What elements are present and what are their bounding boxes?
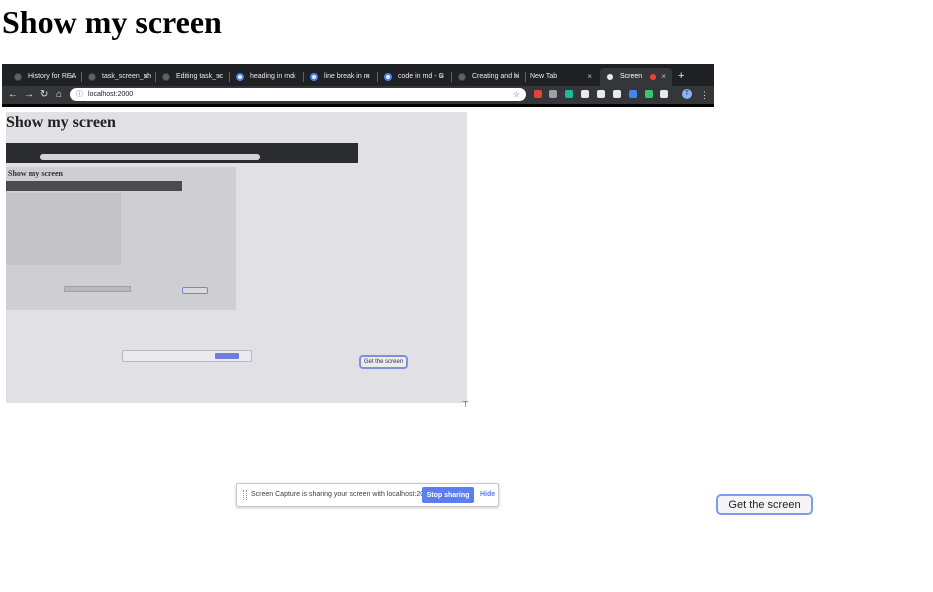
get-screen-button[interactable]: Get the screen — [716, 494, 813, 515]
recording-icon — [650, 74, 656, 80]
cursor-icon: ⊤ — [462, 400, 469, 409]
reload-icon[interactable]: ↻ — [40, 88, 48, 102]
chrome-icon — [310, 73, 318, 81]
nested-capture: Show my screen — [6, 167, 236, 310]
tab-screen[interactable]: Screen × — [600, 68, 672, 86]
stop-sharing-button[interactable]: Stop sharing — [422, 487, 474, 503]
extension-icon[interactable] — [629, 90, 637, 98]
info-icon: ⓘ — [76, 91, 83, 98]
tab-label: heading in md — [250, 73, 294, 80]
profile-avatar[interactable]: T — [682, 89, 692, 99]
github-icon — [14, 73, 22, 81]
tab-history[interactable]: History for REA × — [8, 68, 80, 86]
close-icon[interactable]: × — [513, 68, 518, 86]
close-icon[interactable]: × — [69, 68, 74, 86]
drag-handle-icon[interactable] — [243, 490, 247, 500]
close-icon[interactable]: × — [661, 68, 666, 86]
forward-icon[interactable]: → — [24, 88, 34, 102]
nested-get-screen-button: Get the screen — [359, 355, 408, 369]
captured-page-content: Show my screen Show my screen Get the sc… — [6, 112, 467, 403]
extension-icon[interactable] — [549, 90, 557, 98]
close-icon[interactable]: × — [291, 68, 296, 86]
home-icon[interactable]: ⌂ — [56, 88, 62, 102]
back-icon[interactable]: ← — [8, 88, 18, 102]
close-icon[interactable]: × — [439, 68, 444, 86]
tab-label: line break in m — [324, 73, 370, 80]
github-icon — [458, 73, 466, 81]
hide-link[interactable]: Hide — [480, 484, 495, 506]
close-icon[interactable]: × — [587, 68, 592, 86]
extension-icon[interactable] — [645, 90, 653, 98]
extension-icon[interactable] — [597, 90, 605, 98]
extension-icon[interactable] — [565, 90, 573, 98]
close-icon[interactable]: × — [143, 68, 148, 86]
extension-icon[interactable] — [581, 90, 589, 98]
chrome-icon — [236, 73, 244, 81]
captured-browser-window: History for REA × task_screen_sh × Editi… — [2, 64, 714, 107]
tab-strip: History for REA × task_screen_sh × Editi… — [2, 64, 714, 86]
browser-toolbar: ← → ↻ ⌂ ⓘ localhost:2000 ☆ T ⋮ — [2, 86, 714, 107]
nested-browser-bar — [6, 143, 358, 163]
bookmark-star-icon[interactable]: ☆ — [513, 88, 520, 101]
screen-share-notification: Screen Capture is sharing your screen wi… — [236, 483, 499, 507]
address-bar[interactable]: ⓘ localhost:2000 ☆ — [70, 88, 526, 101]
nested-inner-title: Show my screen — [8, 169, 63, 178]
tab-heading-md[interactable]: heading in md × — [230, 68, 302, 86]
new-tab-icon[interactable]: + — [678, 68, 684, 84]
github-icon — [162, 73, 170, 81]
github-icon — [88, 73, 96, 81]
page-title: Show my screen — [2, 4, 222, 40]
tab-label: Editing task_sc — [176, 73, 224, 80]
url-text: localhost:2000 — [88, 91, 134, 98]
tab-label: Screen — [620, 73, 643, 80]
extension-icon[interactable] — [534, 90, 542, 98]
tab-editing[interactable]: Editing task_sc × — [156, 68, 228, 86]
app-icon — [606, 73, 614, 81]
tab-new-tab[interactable]: New Tab × — [526, 68, 598, 86]
share-message: Screen Capture is sharing your screen wi… — [251, 491, 434, 498]
tab-label: code in md - G — [398, 73, 444, 80]
tab-code-md[interactable]: code in md - G × — [378, 68, 450, 86]
close-icon[interactable]: × — [217, 68, 222, 86]
tab-label: New Tab — [530, 73, 558, 80]
tab-line-break[interactable]: line break in m × — [304, 68, 376, 86]
tab-task-screen[interactable]: task_screen_sh × — [82, 68, 154, 86]
menu-icon[interactable]: ⋮ — [700, 88, 709, 102]
nested-page-title: Show my screen — [6, 114, 116, 131]
close-icon[interactable]: × — [365, 68, 370, 86]
chrome-icon — [384, 73, 392, 81]
extension-icon[interactable] — [613, 90, 621, 98]
tab-creating[interactable]: Creating and hi × — [452, 68, 524, 86]
extension-icon[interactable] — [660, 90, 668, 98]
nested-share-notification — [122, 350, 252, 362]
